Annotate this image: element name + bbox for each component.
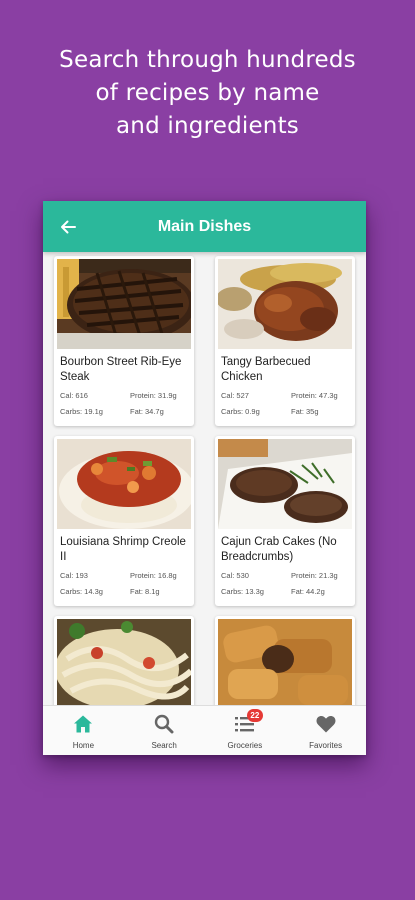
recipe-image: [218, 259, 352, 349]
recipe-image: [218, 439, 352, 529]
nav-home[interactable]: Home: [43, 706, 124, 755]
promo-line-1: Search through hundreds: [59, 47, 356, 73]
nav-search[interactable]: Search: [124, 706, 205, 755]
calories-value: Cal: 616: [60, 391, 88, 400]
promo-line-2: of recipes by name: [95, 80, 320, 106]
nutrition-info: Cal: 616 Protein: 31.9g Carbs: 19.1g Fat…: [60, 391, 188, 417]
recipe-card[interactable]: Cajun Crab Cakes (No Breadcrumbs) Cal: 5…: [215, 436, 355, 606]
page-title: Main Dishes: [157, 218, 252, 235]
fat-value: Fat: 8.1g: [130, 587, 160, 596]
home-icon: [72, 714, 94, 734]
phone-screen: Main Dishes Bourbon Street Rib-Eye Steak…: [43, 201, 366, 755]
recipe-title: Louisiana Shrimp Creole II: [60, 536, 186, 563]
fat-value: Fat: 44.2g: [291, 587, 325, 596]
carbs-value: Carbs: 0.9g: [221, 407, 260, 416]
app-bar: Main Dishes: [43, 201, 366, 252]
protein-value: Protein: 31.9g: [130, 391, 177, 400]
recipe-card[interactable]: Bourbon Street Rib-Eye Steak Cal: 616 Pr…: [54, 256, 194, 426]
recipe-card[interactable]: Tangy Barbecued Chicken Cal: 527 Protein…: [215, 256, 355, 426]
recipe-card[interactable]: Louisiana Shrimp Creole II Cal: 193 Prot…: [54, 436, 194, 606]
groceries-count-badge: 22: [246, 709, 263, 722]
recipe-card[interactable]: [215, 616, 355, 705]
protein-value: Protein: 47.3g: [291, 391, 338, 400]
calories-value: Cal: 530: [221, 571, 249, 580]
calories-value: Cal: 193: [60, 571, 88, 580]
nav-label-home: Home: [72, 741, 95, 750]
nav-label-groceries: Groceries: [227, 741, 263, 750]
nav-label-search: Search: [151, 741, 177, 750]
recipe-image: [57, 259, 191, 349]
nutrition-info: Cal: 530 Protein: 21.3g Carbs: 13.3g Fat…: [221, 571, 349, 597]
nutrition-info: Cal: 527 Protein: 47.3g Carbs: 0.9g Fat:…: [221, 391, 349, 417]
protein-value: Protein: 21.3g: [291, 571, 338, 580]
list-icon: 22: [234, 709, 263, 734]
recipe-image: [57, 439, 191, 529]
nav-groceries[interactable]: 22 Groceries: [205, 706, 286, 755]
promo-line-3: and ingredients: [116, 113, 299, 139]
nav-favorites[interactable]: Favorites: [285, 706, 366, 755]
fat-value: Fat: 35g: [291, 407, 319, 416]
recipe-title: Tangy Barbecued Chicken: [221, 356, 311, 383]
fat-value: Fat: 34.7g: [130, 407, 164, 416]
recipe-title: Cajun Crab Cakes (No Breadcrumbs): [221, 536, 337, 563]
bottom-navigation: Home Search 22 Groceries Favorites: [43, 705, 366, 755]
recipe-card[interactable]: [54, 616, 194, 705]
protein-value: Protein: 16.8g: [130, 571, 177, 580]
back-button[interactable]: [55, 214, 81, 240]
carbs-value: Carbs: 19.1g: [60, 407, 103, 416]
recipe-image: [57, 619, 191, 705]
recipe-title: Bourbon Street Rib-Eye Steak: [60, 356, 182, 383]
nutrition-info: Cal: 193 Protein: 16.8g Carbs: 14.3g Fat…: [60, 571, 188, 597]
search-icon: [153, 714, 175, 734]
recipe-image: [218, 619, 352, 705]
carbs-value: Carbs: 13.3g: [221, 587, 264, 596]
arrow-left-icon: [61, 220, 76, 234]
promo-headline: Search through hundreds of recipes by na…: [0, 44, 415, 143]
heart-icon: [315, 714, 337, 734]
recipe-list[interactable]: Bourbon Street Rib-Eye Steak Cal: 616 Pr…: [43, 252, 366, 705]
carbs-value: Carbs: 14.3g: [60, 587, 103, 596]
calories-value: Cal: 527: [221, 391, 249, 400]
nav-label-favorites: Favorites: [309, 741, 343, 750]
